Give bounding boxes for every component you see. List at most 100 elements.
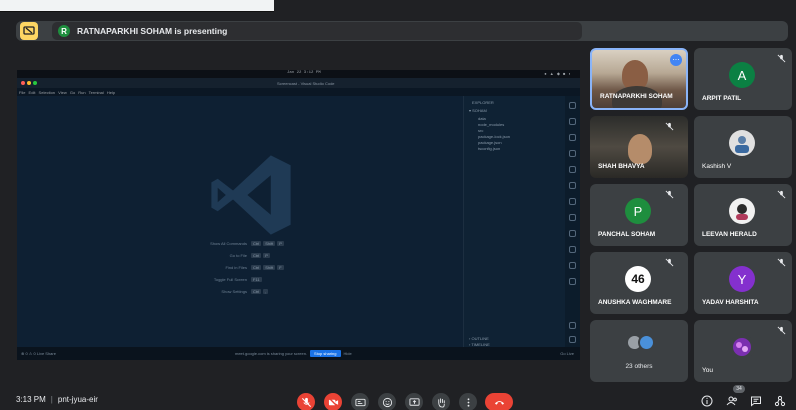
- participant-tile[interactable]: Kashish V: [694, 116, 792, 178]
- meeting-details-button[interactable]: [699, 393, 715, 409]
- separator: |: [50, 395, 53, 404]
- top-strip: [0, 0, 274, 12]
- chat-icon: [751, 396, 761, 407]
- participant-tile[interactable]: 46 ANUSHKA WAGHMARE: [590, 252, 688, 314]
- explorer-icon: [569, 102, 576, 109]
- account-icon: [569, 322, 576, 329]
- vscode-menu: File Edit Selection View Go Run Terminal…: [19, 90, 116, 95]
- extensions-icon: [569, 166, 576, 173]
- explorer-panel: EXPLORER ▾ SOHAM data node_modules src pack…: [463, 96, 565, 347]
- shortcut-key: P: [277, 241, 284, 246]
- remote-icon: [569, 182, 576, 189]
- captions-button[interactable]: [351, 393, 369, 410]
- self-photo: [729, 334, 755, 360]
- raise-hand-button[interactable]: [432, 393, 450, 410]
- sharing-notice-text: meet.google.com is sharing your screen.: [235, 351, 308, 356]
- mic-off-icon: [777, 326, 786, 335]
- explorer-item: package-lock.json: [478, 134, 511, 139]
- reactions-button[interactable]: [378, 393, 396, 410]
- settings-gear-icon: [569, 336, 576, 343]
- system-clock: Jan 22 3:12 PM: [287, 71, 321, 75]
- participant-name: SHAH BHAVYA: [598, 163, 645, 170]
- chat-button[interactable]: [748, 393, 764, 409]
- mic-off-icon: [301, 397, 311, 407]
- shortcut-keys: Ctrl Shift P: [251, 241, 286, 246]
- hide-button[interactable]: Hide: [344, 351, 352, 356]
- shortcut-key: Ctrl: [251, 241, 262, 246]
- project-name: SOHAM: [472, 108, 487, 113]
- source-control-icon: [569, 134, 576, 141]
- shortcut-key: Ctrl: [251, 253, 262, 258]
- mic-toggle-button[interactable]: [297, 393, 315, 410]
- participant-photo: [729, 198, 755, 224]
- debug-icon: [569, 150, 576, 157]
- shortcut-keys: Ctrl,: [251, 289, 270, 294]
- others-avatars: [626, 334, 655, 351]
- shortcut-row: Toggle Full Screen F11: [17, 277, 463, 289]
- shortcut-key: Ctrl: [251, 289, 262, 294]
- shortcut-label: Toggle Full Screen: [213, 277, 247, 282]
- current-time: 3:13 PM: [16, 395, 46, 404]
- search-icon: [569, 118, 576, 125]
- meeting-code: pnt-jyua-eir: [57, 395, 98, 404]
- vscode-statusbar: ⊗ 0 ⚠ 0 Live Share meet.google.com is sh…: [17, 347, 580, 360]
- shortcut-row: Go to File Ctrl P: [17, 253, 463, 265]
- participant-tile[interactable]: SHAH BHAVYA: [590, 116, 688, 178]
- meeting-info: 3:13 PM | pnt-jyua-eir: [16, 395, 98, 404]
- shortcut-list: Show All Commands Ctrl Shift P Go to File Ctr…: [17, 241, 463, 301]
- shared-screen[interactable]: Jan 22 3:12 PM ● ▲ ◆ ■ ◐ Screencast - Vi…: [17, 70, 580, 360]
- present-screen-icon: [408, 397, 420, 406]
- shortcut-label: Show Settings: [221, 289, 247, 294]
- participant-video: [628, 134, 652, 164]
- shortcut-key: Ctrl: [251, 265, 262, 270]
- self-tile[interactable]: You: [694, 320, 792, 382]
- participant-avatar: A: [729, 62, 755, 88]
- more-vert-icon: [467, 397, 469, 407]
- presenter-chip: R RATNAPARKHI SOHAM is presenting: [52, 22, 582, 40]
- mic-off-icon: [777, 190, 786, 199]
- docker-icon: [569, 230, 576, 237]
- present-now-button[interactable]: [405, 393, 423, 410]
- participant-tile[interactable]: ⋯ RATNAPARKHI SOHAM: [590, 48, 688, 110]
- camera-toggle-button[interactable]: [324, 393, 342, 410]
- shortcut-keys: Ctrl Shift F: [251, 265, 286, 270]
- activities-button[interactable]: [772, 393, 788, 409]
- shortcut-key: F11: [251, 277, 262, 282]
- mic-off-icon: [665, 258, 674, 267]
- status-left: ⊗ 0 ⚠ 0 Live Share: [21, 351, 56, 356]
- participant-tile[interactable]: Y YADAV HARSHITA: [694, 252, 792, 314]
- leave-call-button[interactable]: [485, 393, 513, 410]
- mic-off-icon: [665, 122, 674, 131]
- shortcut-key: Shift: [263, 265, 276, 270]
- present-screen-icon[interactable]: [20, 22, 38, 40]
- participant-name: LEEVAN HERALD: [702, 231, 757, 238]
- participant-tile[interactable]: LEEVAN HERALD: [694, 184, 792, 246]
- vscode-logo-icon: [211, 155, 291, 235]
- participant-name: RATNAPARKHI SOHAM: [600, 93, 673, 100]
- participant-avatar: P: [625, 198, 651, 224]
- others-tile[interactable]: 23 others: [590, 320, 688, 382]
- camera-off-icon: [327, 396, 339, 408]
- outline-section: › OUTLINE: [469, 336, 489, 341]
- presenting-bar: R RATNAPARKHI SOHAM is presenting: [16, 21, 788, 41]
- others-count: 23 others: [625, 363, 653, 370]
- people-button[interactable]: [724, 393, 740, 409]
- participant-tile[interactable]: A ARPIT PATIL: [694, 48, 792, 110]
- people-icon: [726, 396, 737, 406]
- stop-sharing-button[interactable]: Stop sharing: [310, 350, 341, 357]
- shortcut-label: Go to File: [229, 253, 247, 258]
- more-options-button[interactable]: [459, 393, 477, 410]
- explorer-item: node_modules: [478, 122, 505, 127]
- explorer-item: tsconfig.json: [478, 146, 501, 151]
- participant-tile[interactable]: P PANCHAL SOHAM: [590, 184, 688, 246]
- explorer-item: package.json: [478, 140, 502, 145]
- more-options-icon[interactable]: ⋯: [670, 54, 682, 66]
- hand-icon: [437, 397, 445, 408]
- participant-name: PANCHAL SOHAM: [598, 231, 656, 238]
- testing-icon: [569, 198, 576, 205]
- chat-icon: [569, 262, 576, 269]
- outline-label: OUTLINE: [471, 336, 489, 341]
- participant-photo: [729, 130, 755, 156]
- activities-icon: [774, 395, 786, 407]
- explorer-project: ▾ SOHAM: [469, 108, 487, 113]
